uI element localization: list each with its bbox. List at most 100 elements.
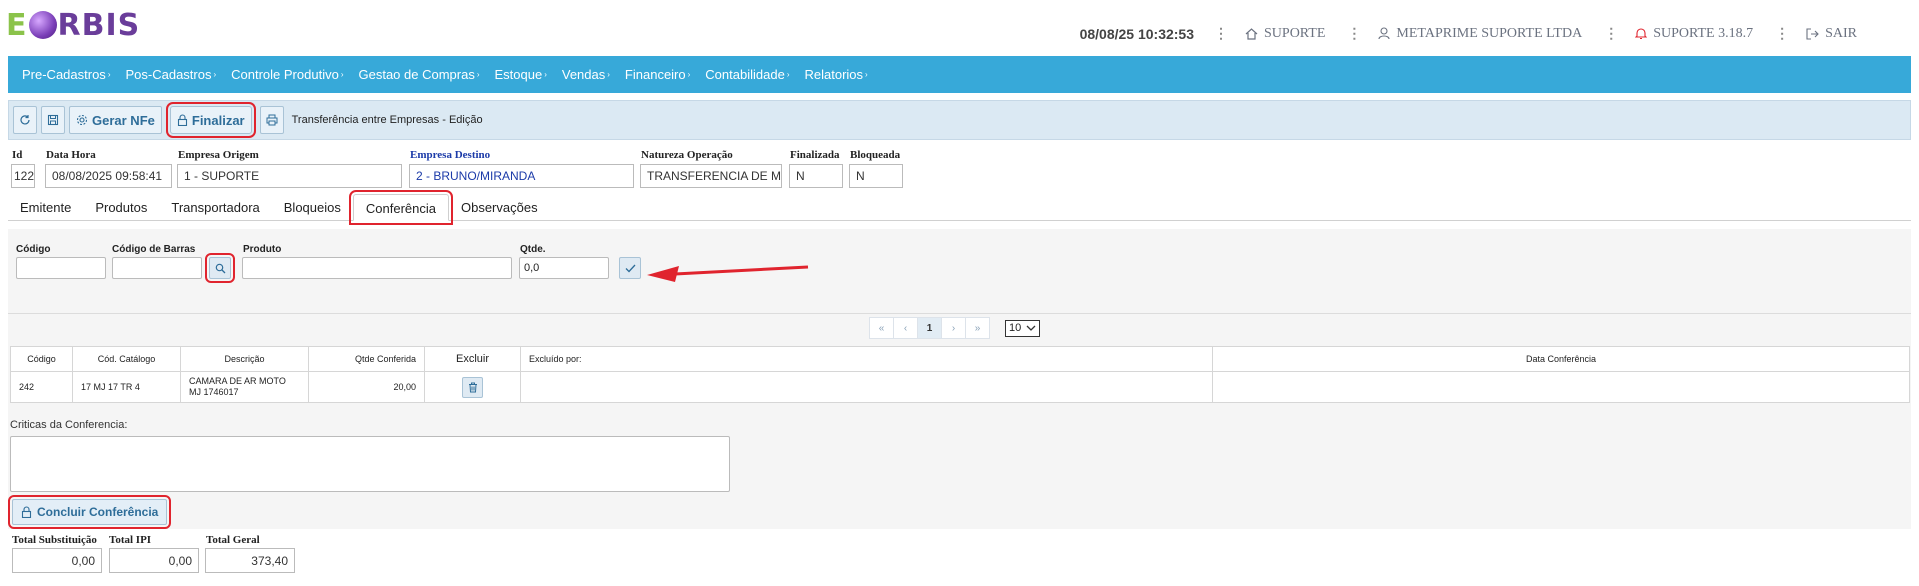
produto-input[interactable] [242,257,512,279]
bloqueada-field[interactable]: N [849,164,903,188]
finalizada-field[interactable]: N [789,164,843,188]
menu-label: Gestao de Compras [358,67,475,82]
menu-contabilidade[interactable]: Contabilidade › [705,67,789,82]
caret-icon: › [340,70,344,79]
page-title: Transferência entre Empresas - Edição [291,114,483,126]
qtde-input[interactable]: 0,0 [519,257,609,279]
menu-label: Financeiro [624,67,686,82]
last-page-button[interactable]: » [965,317,990,339]
refresh-button[interactable] [13,106,37,134]
codigo-barras-label: Código de Barras [112,244,196,255]
total-geral-label: Total Geral [206,534,260,546]
kebab-icon[interactable]: ⋮ [1347,25,1361,42]
first-page-button[interactable]: « [869,317,894,339]
total-ipi-field[interactable]: 0,00 [109,548,199,573]
empresa-destino-label: Empresa Destino [410,149,491,161]
codigo-input[interactable] [16,257,106,279]
col-descricao[interactable]: Descrição [180,346,309,372]
page-size-select[interactable]: 10 [1005,319,1040,337]
datahora-field[interactable]: 08/08/2025 09:58:41 [45,164,172,188]
tab-bar: Emitente Produtos Transportadora Bloquei… [8,190,1911,225]
menu-estoque[interactable]: Estoque › [495,67,547,82]
pagination: « ‹ 1 › » 10 [869,317,1040,339]
concluir-conferencia-button[interactable]: Concluir Conferência [7,495,172,529]
user-link[interactable]: METAPRIME SUPORTE LTDA [1378,26,1582,42]
confirm-button[interactable] [619,257,641,279]
caret-icon: › [786,70,790,79]
conferencia-table: Código Cód. Catálogo Descrição Qtde Conf… [10,346,1910,403]
version-link[interactable]: SUPORTE 3.18.7 [1635,26,1753,42]
natureza-field[interactable]: TRANSFERENCIA DE MERC [640,164,782,188]
save-button[interactable] [41,106,65,134]
menu-relatorios[interactable]: Relatorios › [804,67,867,82]
col-catalogo[interactable]: Cód. Catálogo [72,346,181,372]
print-button[interactable] [259,106,284,134]
menu-pos-cadastros[interactable]: Pos-Cadastros › [125,67,216,82]
datahora-label: Data Hora [46,149,96,161]
prev-page-button[interactable]: ‹ [893,317,918,339]
tab-transportadora[interactable]: Transportadora [159,194,271,221]
col-codigo[interactable]: Código [10,346,73,372]
bloqueada-label: Bloqueada [850,149,901,161]
logo-globe-icon [28,11,57,39]
toolbar: Gerar NFe Finalizar Transferência entre … [8,100,1911,140]
qtde-label: Qtde. [520,244,546,255]
table-header-row: Código Cód. Catálogo Descrição Qtde Conf… [10,346,1910,372]
id-field[interactable]: 122 [11,164,35,188]
caret-icon: › [544,70,547,79]
divider [8,313,1911,314]
kebab-icon[interactable]: ⋮ [1214,25,1228,42]
tab-observacoes[interactable]: Observações [449,194,550,221]
lock-icon [21,506,32,518]
menu-financeiro[interactable]: Financeiro › [625,67,690,82]
search-button[interactable] [205,253,235,283]
chevron-down-icon [1026,325,1036,331]
version-label: SUPORTE 3.18.7 [1653,25,1754,41]
menu-label: Vendas [561,67,606,82]
app-logo[interactable]: E RBIS [6,8,140,43]
total-geral-field[interactable]: 373,40 [205,548,295,573]
tab-produtos[interactable]: Produtos [83,194,159,221]
codigo-barras-input[interactable] [112,257,202,279]
menu-pre-cadastros[interactable]: Pre-Cadastros › [22,67,110,82]
refresh-icon [20,115,30,125]
annotation-arrow [647,265,809,282]
delete-button[interactable] [462,376,483,398]
menu-controle-produtivo[interactable]: Controle Produtivo › [231,67,343,82]
menu-label: Pos-Cadastros [125,67,212,82]
empresa-destino-field[interactable]: 2 - BRUNO/MIRANDA [409,164,634,188]
kebab-icon[interactable]: ⋮ [1604,25,1618,42]
table-row[interactable]: 242 17 MJ 17 TR 4 CAMARA DE AR MOTO MJ 1… [10,371,1910,403]
caret-icon: › [607,70,610,79]
caret-icon: › [213,70,217,79]
col-qtde[interactable]: Qtde Conferida [308,346,425,372]
finalizada-label: Finalizada [790,149,840,161]
col-data-conferencia[interactable]: Data Conferência [1212,346,1910,372]
cell-qtde: 20,00 [308,371,425,403]
col-excluir[interactable]: Excluir [424,346,521,372]
tab-emitente[interactable]: Emitente [8,194,83,221]
header-datetime: 08/08/25 10:32:53 [1079,25,1195,42]
current-page[interactable]: 1 [917,317,942,339]
cell-catalogo: 17 MJ 17 TR 4 [72,371,181,403]
next-page-button[interactable]: › [941,317,966,339]
criticas-label: Criticas da Conferencia: [10,419,128,431]
tab-bloqueios[interactable]: Bloqueios [272,194,353,221]
cell-data-conferencia [1212,371,1910,403]
total-subst-field[interactable]: 0,00 [12,548,102,573]
tab-conferencia[interactable]: Conferência [348,190,453,225]
criticas-textarea[interactable] [10,436,730,492]
produto-label: Produto [243,244,282,255]
user-label: METAPRIME SUPORTE LTDA [1396,25,1583,41]
empresa-origem-field[interactable]: 1 - SUPORTE [177,164,402,188]
col-excluido-por[interactable]: Excluído por: [520,346,1213,372]
exit-link[interactable]: SAIR [1806,26,1857,42]
kebab-icon[interactable]: ⋮ [1775,25,1789,42]
home-link[interactable]: SUPORTE [1245,26,1325,42]
gerar-nfe-button[interactable]: Gerar NFe [69,106,162,134]
menu-vendas[interactable]: Vendas › [562,67,610,82]
finalizar-button[interactable]: Finalizar [165,102,256,138]
menu-gestao-compras[interactable]: Gestao de Compras › [358,67,479,82]
caret-icon: › [687,70,691,79]
menu-label: Relatorios [804,67,864,82]
